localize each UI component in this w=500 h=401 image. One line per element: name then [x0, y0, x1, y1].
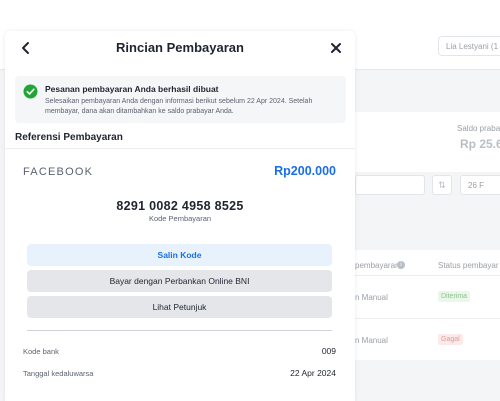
pay-online-banking-button[interactable]: Bayar dengan Perbankan Online BNI [27, 270, 332, 292]
bank-code-label: Kode bank [23, 347, 59, 356]
payment-amount: Rp200.000 [274, 164, 336, 178]
merchant-name: FACEBOOK [23, 166, 94, 178]
payment-details-modal: Rincian Pembayaran Pesanan pembayaran An… [5, 31, 355, 401]
table-header-payment-status: Status pembayar [438, 261, 499, 270]
alert-title: Pesanan pembayaran Anda berhasil dibuat [45, 84, 219, 94]
section-divider [5, 148, 355, 149]
success-alert: Pesanan pembayaran Anda berhasil dibuat … [15, 76, 346, 123]
user-menu-button[interactable]: Lia Lestyani (1 [438, 36, 500, 56]
bank-code-value: 009 [321, 346, 336, 356]
expiry-date-label: Tanggal kedaluwarsa [23, 369, 94, 378]
table-cell-method: n Manual [355, 336, 388, 345]
details-divider [27, 330, 332, 331]
table-cell-method: n Manual [355, 293, 388, 302]
status-badge-failed: Gagal [438, 334, 463, 345]
table-row-divider [355, 275, 500, 276]
table-row-divider [355, 318, 500, 319]
payment-code-label: Kode Pembayaran [148, 214, 212, 223]
copy-code-button[interactable]: Salin Kode [27, 244, 332, 266]
payment-code: 8291 0082 4958 8525 [116, 199, 244, 213]
section-title: Referensi Pembayaran [15, 132, 123, 143]
check-circle-icon [23, 84, 38, 99]
status-badge-success: Diterima [438, 291, 471, 302]
alert-text: Selesaikan pembayaran Anda dengan inform… [45, 98, 313, 115]
balance-value: Rp 25.6 [460, 137, 500, 151]
date-filter[interactable]: 26 F [460, 175, 500, 195]
modal-title: Rincian Pembayaran [116, 40, 244, 55]
info-icon[interactable]: i [397, 261, 405, 269]
table-header-payment-method: pembayaran [355, 261, 400, 270]
close-icon[interactable] [327, 39, 345, 57]
balance-label: Saldo prabay [457, 124, 500, 133]
expiry-date-value: 22 Apr 2024 [290, 368, 336, 378]
search-input[interactable] [355, 175, 425, 195]
modal-header: Rincian Pembayaran [5, 31, 355, 65]
view-instructions-button[interactable]: Lihat Petunjuk [27, 296, 332, 318]
sliders-icon[interactable]: ⇅ [432, 175, 452, 195]
